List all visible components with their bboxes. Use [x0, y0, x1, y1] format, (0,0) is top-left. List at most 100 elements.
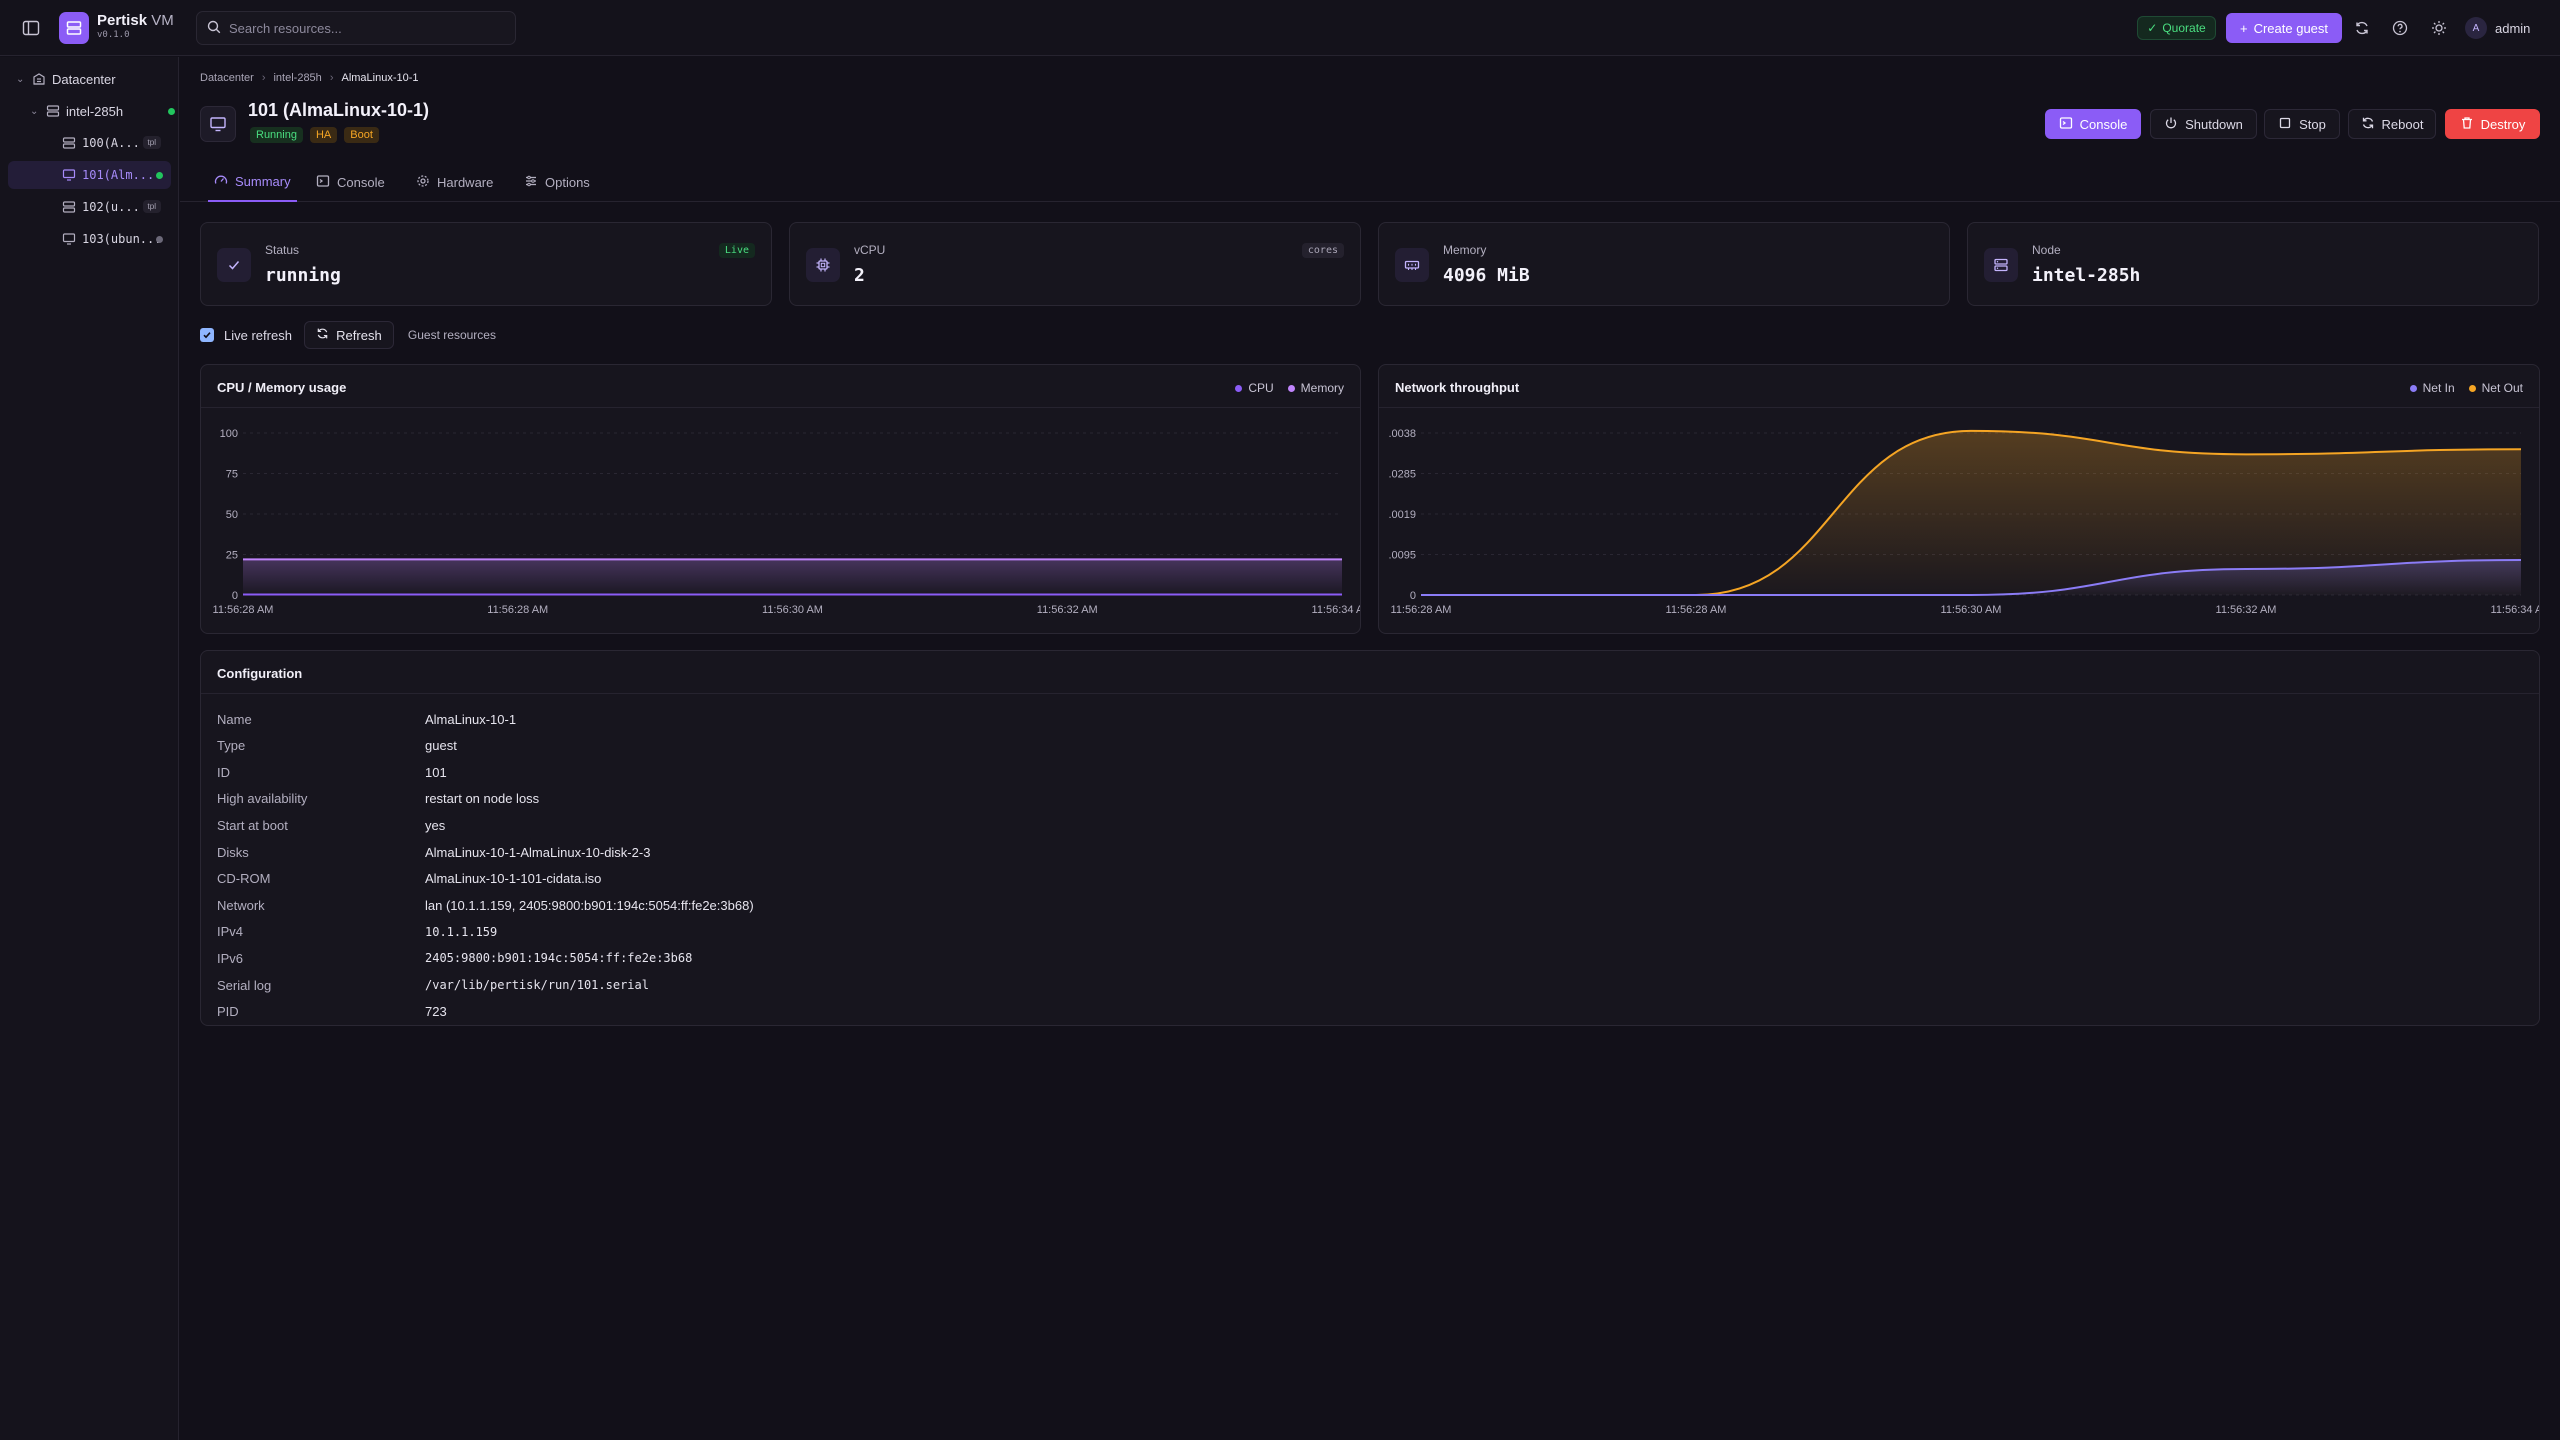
breadcrumb-node[interactable]: intel-285h	[273, 72, 321, 84]
config-value: lan (10.1.1.159, 2405:9800:b901:194c:505…	[425, 897, 754, 913]
reboot-button[interactable]: Reboot	[2348, 109, 2436, 139]
server-icon	[46, 104, 60, 118]
y-tick-label: 0	[232, 590, 238, 602]
ha-badge: HA	[309, 127, 338, 143]
config-value: AlmaLinux-10-1-AlmaLinux-10-disk-2-3	[425, 844, 651, 860]
logo-icon	[59, 12, 89, 44]
config-row: High availability restart on node loss	[217, 786, 539, 812]
chevron-down-icon: ⌄	[16, 73, 25, 85]
search-input[interactable]	[229, 20, 499, 36]
status-value: running	[265, 265, 341, 286]
config-key: IPv6	[217, 950, 244, 966]
x-tick-label: 11:56:32 AM	[2216, 604, 2277, 616]
boot-badge: Boot	[344, 127, 379, 143]
template-badge: tpl	[142, 136, 161, 149]
series-area-memory	[243, 559, 1342, 595]
app-version: v0.1.0	[97, 30, 130, 40]
config-row: IPv4 10.1.1.159	[217, 919, 497, 945]
x-tick-label: 11:56:28 AM	[1391, 604, 1452, 616]
refresh-icon	[316, 327, 329, 343]
memory-card: Memory 4096 MiB	[1378, 222, 1950, 306]
config-value: 101	[425, 764, 447, 780]
shutdown-button[interactable]: Shutdown	[2150, 109, 2257, 139]
server-icon	[1984, 248, 2018, 282]
node-value: intel-285h	[2032, 265, 2141, 286]
breadcrumb-datacenter[interactable]: Datacenter	[200, 72, 254, 84]
theme-toggle-icon[interactable]	[2427, 16, 2451, 40]
config-row: Disks AlmaLinux-10-1-AlmaLinux-10-disk-2-…	[217, 839, 650, 865]
live-refresh-checkbox[interactable]	[200, 328, 214, 342]
user-menu[interactable]: A admin	[2462, 14, 2548, 42]
plus-icon: +	[2239, 20, 2248, 36]
chart-title: Network throughput	[1395, 380, 1520, 395]
tree-node[interactable]: ⌄ intel-285h	[30, 97, 175, 125]
live-badge: Live	[718, 243, 755, 258]
user-name: admin	[2495, 20, 2531, 36]
quorate-badge: ✓ Quorate	[2137, 16, 2216, 40]
brand-name: Pertisk VM	[97, 12, 174, 29]
refresh-icon[interactable]	[2350, 16, 2374, 40]
status-card: Status running Live	[200, 222, 772, 306]
config-key: CD-ROM	[217, 871, 271, 887]
terminal-icon	[2059, 116, 2073, 133]
config-value: 2405:9800:b901:194c:5054:ff:fe2e:3b68	[425, 951, 693, 966]
config-row: Start at boot yes	[217, 812, 445, 838]
stop-button[interactable]: Stop	[2264, 109, 2340, 139]
breadcrumb: Datacenter › intel-285h › AlmaLinux-10-1	[200, 72, 419, 84]
cores-badge: cores	[1301, 243, 1344, 258]
chart-legend: CPU Memory	[1235, 381, 1344, 395]
sliders-icon	[524, 174, 538, 191]
tree-guest-100[interactable]: 100(A... tpl	[62, 129, 171, 157]
config-row: Serial log/var/lib/pertisk/run/101.seria…	[217, 972, 649, 998]
search-icon	[207, 20, 221, 37]
sidebar-toggle-icon[interactable]	[20, 17, 42, 39]
x-tick-label: 11:56:30 AM	[762, 604, 823, 616]
refresh-button[interactable]: Refresh	[303, 321, 394, 349]
config-row: Type guest	[217, 733, 457, 759]
tab-options[interactable]: Options	[524, 162, 590, 202]
config-row: Name AlmaLinux-10-1	[217, 706, 516, 732]
cpu-memory-chart: 0 25 50 75 100 11:56:28 AM 11:56:28 AM 11:56:30…	[200, 364, 1361, 634]
tab-summary[interactable]: Summary	[208, 162, 297, 202]
guest-resources-label: Guest resources	[407, 328, 496, 342]
vm-badges: Running HA Boot	[250, 127, 379, 143]
destroy-button[interactable]: Destroy	[2445, 109, 2540, 139]
y-tick-label: .0285	[1388, 469, 1416, 481]
check-icon	[217, 248, 251, 282]
y-tick-label: .0038	[1388, 428, 1416, 440]
console-button[interactable]: Console	[2045, 109, 2141, 139]
x-tick-label: 11:56:30 AM	[1941, 604, 2002, 616]
chevron-down-icon: ⌄	[30, 105, 39, 117]
monitor-icon	[62, 168, 76, 182]
config-key: IPv4	[217, 924, 244, 940]
help-icon[interactable]	[2388, 16, 2412, 40]
refresh-row: Live refresh Refresh Guest resources	[200, 320, 496, 350]
tree-guest-103[interactable]: 103(ubun...	[62, 225, 171, 253]
config-key: Type	[217, 738, 246, 754]
config-key: High availability	[217, 791, 308, 807]
vcpu-card: vCPU 2 cores	[789, 222, 1361, 306]
tree-datacenter[interactable]: ⌄ Datacenter	[16, 65, 171, 93]
create-guest-button[interactable]: + Create guest	[2226, 13, 2342, 43]
tab-console[interactable]: Console	[316, 162, 385, 202]
tree-guest-101[interactable]: 101(Alm...	[8, 161, 171, 189]
tree-guest-102[interactable]: 102(u... tpl	[62, 193, 171, 221]
tab-bar: Summary Console Hardware Options	[180, 162, 2560, 202]
x-tick-label: 11:56:34 AM	[2491, 604, 2540, 616]
config-row: IPv6 2405:9800:b901:194c:5054:ff:fe2e:3b6…	[217, 945, 692, 971]
config-key: Serial log	[217, 977, 272, 993]
config-value: 723	[425, 1004, 447, 1020]
configuration-title: Configuration	[217, 666, 303, 681]
monitor-icon	[200, 106, 236, 142]
search-box[interactable]	[196, 11, 516, 45]
x-tick-label: 11:56:28 AM	[1666, 604, 1727, 616]
node-card: Node intel-285h	[1967, 222, 2539, 306]
chart-title: CPU / Memory usage	[217, 380, 347, 395]
terminal-icon	[316, 174, 330, 191]
avatar: A	[2465, 17, 2487, 39]
chart-legend: Net In Net Out	[2409, 381, 2523, 395]
chevron-right-icon: ›	[329, 72, 334, 84]
tab-hardware[interactable]: Hardware	[416, 162, 493, 202]
gear-icon	[416, 174, 430, 191]
config-row: Network lan (10.1.1.159, 2405:9800:b901:1…	[217, 892, 754, 918]
